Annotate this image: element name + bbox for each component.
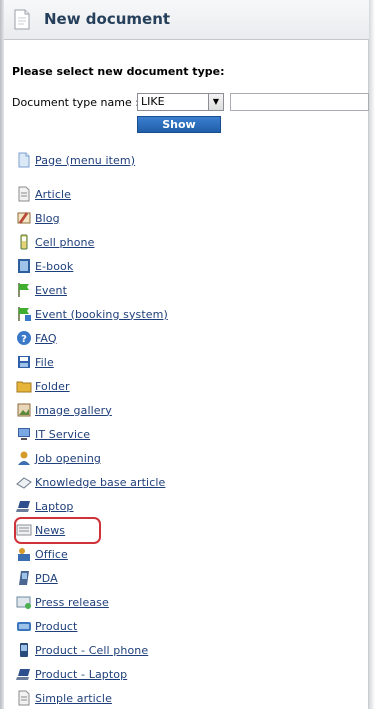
document-type-name-label: Document type name : [12, 96, 139, 109]
doc-type-link[interactable]: Product - Cell phone [35, 644, 148, 657]
article-icon [18, 186, 30, 202]
doc-type-item[interactable]: Product [16, 617, 77, 635]
new-document-icon [14, 9, 30, 30]
office-icon [18, 548, 30, 561]
doc-type-item[interactable]: Image gallery [16, 401, 112, 419]
right-shadow [369, 0, 375, 709]
doc-type-link[interactable]: Image gallery [35, 404, 112, 417]
product-icon [17, 622, 31, 631]
doc-type-item[interactable]: Job opening [16, 449, 101, 467]
doc-type-link[interactable]: Page (menu item) [35, 154, 135, 167]
product-laptop-icon [16, 669, 30, 680]
dialog-title: New document [44, 10, 171, 28]
doc-type-item[interactable]: Product - Cell phone [16, 641, 148, 659]
doc-type-link[interactable]: Article [35, 188, 71, 201]
simple-article-icon [18, 690, 30, 706]
image-gallery-icon [17, 403, 31, 417]
laptop-icon [16, 501, 30, 512]
doc-type-link[interactable]: IT Service [35, 428, 90, 441]
ebook-icon [18, 259, 30, 273]
doc-type-link[interactable]: Office [35, 548, 68, 561]
operator-select[interactable]: LIKE ▼ [137, 93, 224, 111]
doc-type-item[interactable]: Laptop [16, 497, 73, 515]
doc-type-link[interactable]: PDA [35, 572, 58, 585]
cell-phone-icon [20, 234, 28, 250]
doc-type-link[interactable]: E-book [35, 260, 73, 273]
faq-icon: ? [17, 331, 31, 345]
event-flag-icon [18, 283, 29, 297]
doc-type-item[interactable]: Folder [16, 377, 70, 395]
doc-type-link[interactable]: File [35, 356, 54, 369]
doc-type-item[interactable]: Knowledge base article [16, 473, 165, 491]
dialog-header: New document [4, 0, 369, 40]
doc-type-item[interactable]: Article [16, 185, 71, 203]
doc-type-item[interactable]: Page (menu item) [16, 151, 135, 169]
product-cell-phone-icon [20, 643, 28, 657]
new-document-dialog: New document Please select new document … [0, 0, 375, 709]
doc-type-item[interactable]: File [16, 353, 54, 371]
doc-type-link[interactable]: Event [35, 284, 67, 297]
press-release-icon [16, 596, 31, 609]
news-highlight-callout [14, 517, 101, 544]
doc-type-item[interactable]: Blog [16, 209, 60, 227]
file-icon [18, 356, 30, 368]
select-type-prompt: Please select new document type: [12, 65, 225, 78]
doc-type-item[interactable]: Product - Laptop [16, 665, 127, 683]
job-opening-icon [18, 451, 30, 465]
chevron-down-icon[interactable]: ▼ [208, 94, 223, 110]
doc-type-link[interactable]: Product - Laptop [35, 668, 127, 681]
doc-type-item[interactable]: Event [16, 281, 67, 299]
doc-type-link[interactable]: Blog [35, 212, 60, 225]
page-icon [18, 152, 30, 168]
doc-type-link[interactable]: Event (booking system) [35, 308, 168, 321]
blog-icon [17, 212, 31, 224]
doc-type-item[interactable]: E-book [16, 257, 73, 275]
doc-type-item[interactable]: ? FAQ [16, 329, 57, 347]
document-type-name-input[interactable] [230, 93, 369, 111]
knowledge-base-icon [16, 477, 32, 489]
doc-type-link[interactable]: Job opening [35, 452, 101, 465]
svg-text:?: ? [21, 334, 27, 345]
doc-type-link[interactable]: Folder [35, 380, 70, 393]
doc-type-link[interactable]: Knowledge base article [35, 476, 165, 489]
doc-type-link[interactable]: Cell phone [35, 236, 94, 249]
show-button[interactable]: Show [137, 116, 221, 133]
doc-type-item[interactable]: Cell phone [16, 233, 94, 251]
operator-select-value: LIKE [141, 95, 165, 108]
doc-type-link[interactable]: Simple article [35, 692, 112, 705]
doc-type-link[interactable]: FAQ [35, 332, 57, 345]
doc-type-link[interactable]: Product [35, 620, 77, 633]
doc-type-link[interactable]: Laptop [35, 500, 73, 513]
doc-type-item[interactable]: Office [16, 545, 68, 563]
folder-icon [16, 381, 32, 393]
event-booking-icon [18, 307, 31, 321]
it-service-icon [18, 428, 30, 440]
doc-type-link[interactable]: Press release [35, 596, 109, 609]
pda-icon [19, 571, 29, 585]
doc-type-item[interactable]: PDA [16, 569, 58, 587]
doc-type-item[interactable]: Press release [16, 593, 109, 611]
doc-type-item[interactable]: Simple article [16, 689, 112, 707]
doc-type-item[interactable]: IT Service [16, 425, 90, 443]
doc-type-item[interactable]: Event (booking system) [16, 305, 168, 323]
